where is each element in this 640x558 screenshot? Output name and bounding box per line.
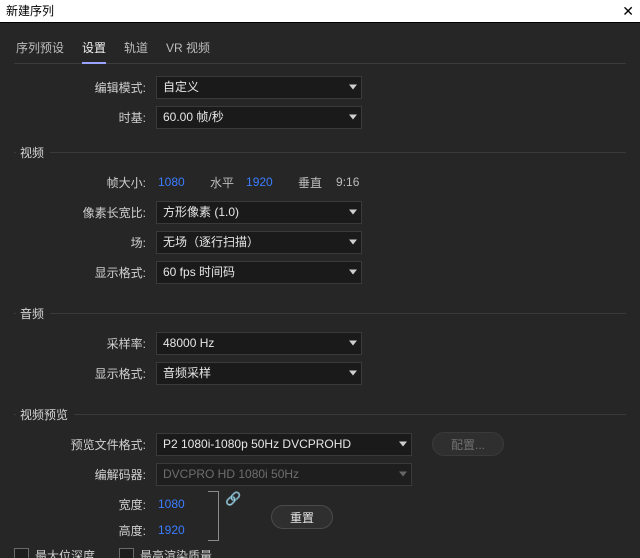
- video-display-label: 显示格式:: [14, 264, 156, 281]
- edit-mode-label: 编辑模式:: [14, 79, 156, 96]
- audio-display-label: 显示格式:: [14, 365, 156, 382]
- video-section-title: 视频: [16, 144, 50, 161]
- caret-down-icon: [349, 270, 357, 275]
- preview-file-select[interactable]: P2 1080i-1080p 50Hz DVCPROHD: [156, 433, 412, 456]
- caret-down-icon: [349, 341, 357, 346]
- audio-group: 音频 采样率: 48000 Hz 显示格式: 音频采样: [14, 305, 626, 392]
- configure-button: 配置...: [432, 432, 504, 456]
- tab-tracks[interactable]: 轨道: [124, 35, 148, 63]
- max-bit-depth-checkbox[interactable]: [14, 548, 29, 558]
- window-title: 新建序列: [6, 0, 54, 22]
- max-bit-depth-label: 最大位深度: [35, 547, 95, 558]
- close-icon[interactable]: ✕: [622, 0, 634, 22]
- edit-mode-select[interactable]: 自定义: [156, 76, 362, 99]
- caret-down-icon: [349, 371, 357, 376]
- max-render-quality-checkbox[interactable]: [119, 548, 134, 558]
- caret-down-icon: [349, 85, 357, 90]
- link-icon[interactable]: 🔗: [225, 491, 241, 507]
- caret-down-icon: [399, 472, 407, 477]
- par-select[interactable]: 方形像素 (1.0): [156, 201, 362, 224]
- fields-select[interactable]: 无场（逐行扫描）: [156, 231, 362, 254]
- vertical-label: 垂直: [298, 174, 322, 191]
- reset-button[interactable]: 重置: [271, 505, 333, 529]
- video-group: 视频 帧大小: 1080 水平 1920 垂直 9:16 像素长宽比: 方形像素…: [14, 144, 626, 291]
- audio-section-title: 音频: [16, 305, 50, 322]
- caret-down-icon: [399, 442, 407, 447]
- caret-down-icon: [349, 240, 357, 245]
- codec-label: 编解码器:: [14, 466, 156, 483]
- preview-width-label: 宽度:: [14, 496, 156, 513]
- sample-rate-select[interactable]: 48000 Hz: [156, 332, 362, 355]
- par-label: 像素长宽比:: [14, 204, 156, 221]
- fields-label: 场:: [14, 234, 156, 251]
- preview-height-label: 高度:: [14, 522, 156, 539]
- caret-down-icon: [349, 210, 357, 215]
- link-bracket: [208, 491, 219, 541]
- video-display-select[interactable]: 60 fps 时间码: [156, 261, 362, 284]
- aspect-readout: 9:16: [336, 175, 359, 189]
- tabs: 序列预设 设置 轨道 VR 视频: [14, 31, 626, 64]
- tab-preset[interactable]: 序列预设: [16, 35, 64, 63]
- audio-display-select[interactable]: 音频采样: [156, 362, 362, 385]
- timebase-select[interactable]: 60.00 帧/秒: [156, 106, 362, 129]
- preview-height-input[interactable]: 1920: [156, 523, 204, 537]
- preview-group: 视频预览 预览文件格式: P2 1080i-1080p 50Hz DVCPROH…: [14, 406, 626, 558]
- preview-section-title: 视频预览: [16, 406, 74, 423]
- frame-width-input[interactable]: 1080: [156, 175, 204, 189]
- sample-rate-label: 采样率:: [14, 335, 156, 352]
- codec-select: DVCPRO HD 1080i 50Hz: [156, 463, 412, 486]
- max-render-quality-label: 最高渲染质量: [140, 547, 212, 558]
- caret-down-icon: [349, 115, 357, 120]
- horizontal-label: 水平: [210, 174, 234, 191]
- window-titlebar: 新建序列 ✕: [0, 0, 640, 23]
- frame-size-label: 帧大小:: [14, 174, 156, 191]
- timebase-label: 时基:: [14, 109, 156, 126]
- tab-vr[interactable]: VR 视频: [166, 35, 210, 63]
- preview-file-label: 预览文件格式:: [14, 436, 156, 453]
- frame-height-input[interactable]: 1920: [244, 175, 292, 189]
- preview-width-input[interactable]: 1080: [156, 497, 204, 511]
- tab-settings[interactable]: 设置: [82, 35, 106, 64]
